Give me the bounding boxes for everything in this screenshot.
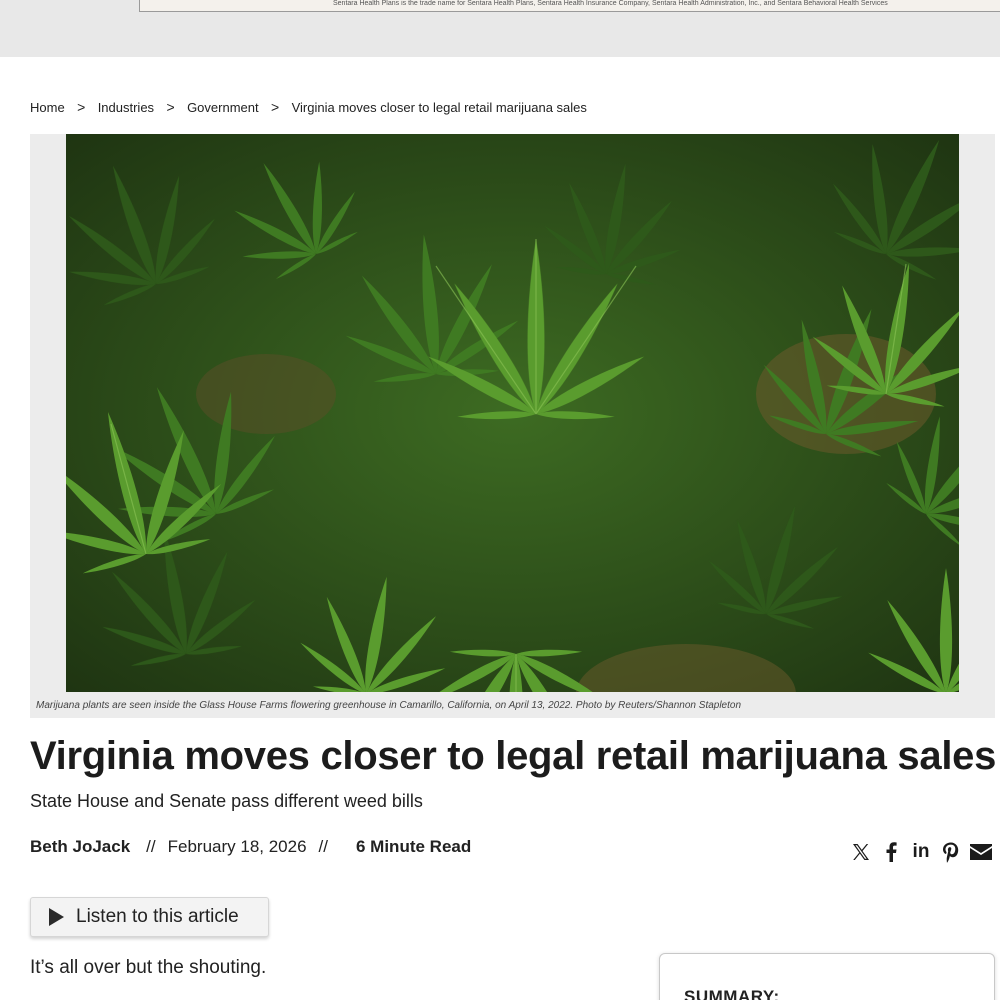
breadcrumb-separator: >	[77, 99, 86, 115]
hero-figure: Marijuana plants are seen inside the Gla…	[30, 134, 995, 718]
image-caption: Marijuana plants are seen inside the Gla…	[36, 700, 742, 711]
linkedin-icon[interactable]: in	[906, 840, 936, 864]
listen-to-article-button[interactable]: Listen to this article	[30, 897, 269, 937]
play-icon	[49, 908, 64, 926]
breadcrumb-industries[interactable]: Industries	[98, 100, 154, 115]
breadcrumb-separator: >	[166, 99, 175, 115]
cannabis-leaves-photo	[66, 134, 959, 692]
email-icon[interactable]	[966, 840, 996, 864]
summary-box: SUMMARY:	[659, 953, 995, 1000]
facebook-icon[interactable]	[876, 840, 906, 864]
article-subtitle: State House and Senate pass different we…	[30, 791, 423, 811]
listen-label: Listen to this article	[76, 906, 239, 927]
summary-title: SUMMARY:	[684, 987, 780, 1000]
breadcrumb-current: Virginia moves closer to legal retail ma…	[291, 99, 587, 115]
breadcrumb-government[interactable]: Government	[187, 100, 259, 115]
read-time: 6 Minute Read	[356, 837, 472, 856]
article-title: Virginia moves closer to legal retail ma…	[30, 734, 997, 778]
breadcrumb-separator: >	[271, 99, 280, 115]
x-icon[interactable]	[846, 840, 876, 864]
share-bar: in	[846, 840, 996, 864]
byline: Beth JoJack // February 18, 2026 // 6 Mi…	[30, 837, 471, 857]
byline-separator: //	[146, 837, 156, 856]
hero-image	[66, 134, 959, 692]
publish-date: February 18, 2026	[167, 837, 307, 856]
breadcrumb-home[interactable]: Home	[30, 100, 65, 115]
article-paragraph: It’s all over but the shouting.	[30, 957, 267, 978]
breadcrumb: Home > Industries > Government > Virgini…	[30, 99, 587, 115]
ad-banner[interactable]: Sentara Health Plans is the trade name f…	[139, 0, 1000, 12]
author-link[interactable]: Beth JoJack	[30, 837, 130, 857]
ad-disclaimer: Sentara Health Plans is the trade name f…	[333, 0, 888, 7]
pinterest-icon[interactable]	[936, 840, 966, 864]
top-ad-band: Sentara Health Plans is the trade name f…	[0, 0, 1000, 57]
byline-separator: //	[318, 837, 328, 856]
